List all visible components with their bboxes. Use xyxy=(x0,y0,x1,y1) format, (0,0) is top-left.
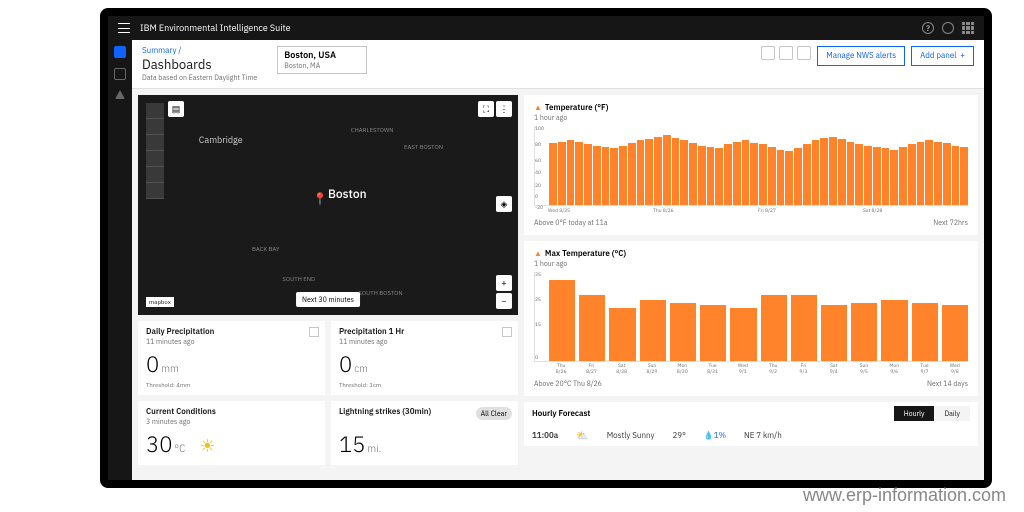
map-menu-icon[interactable]: ⋮ xyxy=(496,101,512,117)
map-expand-icon[interactable]: ⛶ xyxy=(478,101,494,117)
page-subtitle: Data based on Eastern Daylight Time xyxy=(142,73,257,82)
location-city: Boston, USA xyxy=(284,50,360,61)
rail-alert-icon[interactable] xyxy=(115,90,125,99)
breadcrumb[interactable]: Summary / xyxy=(142,46,257,56)
forecast-row: 11:00a ⛅ Mostly Sunny 29° 💧1% NE 7 km/h xyxy=(524,425,978,446)
calendar-icon[interactable] xyxy=(502,327,512,337)
kpi-daily-precip: Daily Precipitation 11 minutes ago 0mm T… xyxy=(138,321,325,395)
info-icon[interactable] xyxy=(797,46,811,60)
hourly-forecast-panel: Hourly Forecast HourlyDaily 11:00a ⛅ Mos… xyxy=(524,402,978,446)
map-label-cambridge: Cambridge xyxy=(199,135,243,146)
top-bar: IBM Environmental Intelligence Suite ? xyxy=(108,16,984,40)
map-tooltip: Next 30 minutes xyxy=(296,292,360,307)
apps-icon[interactable] xyxy=(962,22,974,34)
map-zoom-in-icon[interactable]: + xyxy=(496,275,512,291)
watermark: www.erp-information.com xyxy=(803,485,1006,506)
precip-icon: 💧1% xyxy=(704,431,726,441)
add-panel-button[interactable]: Add panel + xyxy=(911,46,974,66)
app-title: IBM Environmental Intelligence Suite xyxy=(140,23,291,34)
map-compass-icon[interactable]: ◈ xyxy=(496,196,512,212)
help-icon[interactable]: ? xyxy=(922,22,934,34)
map-layers-icon[interactable]: ▤ xyxy=(168,101,184,117)
map-attribution: mapbox xyxy=(146,297,174,307)
mostly-sunny-icon: ⛅ xyxy=(576,429,588,442)
chart-max-temperature: ▲Max Temperature (°C) 1 hour ago 3525150… xyxy=(524,241,978,396)
user-icon[interactable] xyxy=(942,22,954,34)
location-sub: Boston, MA xyxy=(284,61,360,70)
map-panel[interactable]: ▤ ⛶ ⋮ ◈ + − 📍 Boston Cambridge CHARLESTO… xyxy=(138,95,518,315)
hourly-daily-toggle[interactable]: HourlyDaily xyxy=(894,406,970,421)
kpi-lightning: All Clear Lightning strikes (30min) 15mi… xyxy=(331,401,518,465)
refresh-icon[interactable] xyxy=(761,46,775,60)
calendar-icon[interactable] xyxy=(309,327,319,337)
kpi-current-conditions: Current Conditions 3 minutes ago 30°C☀ xyxy=(138,401,325,465)
hourly-title: Hourly Forecast xyxy=(532,409,886,419)
manage-alerts-button[interactable]: Manage NWS alerts xyxy=(817,46,905,66)
location-selector[interactable]: Boston, USA Boston, MA xyxy=(277,46,367,74)
map-zoom-out-icon[interactable]: − xyxy=(496,293,512,309)
status-pill: All Clear xyxy=(476,407,512,420)
page-header: Summary / Dashboards Data based on Easte… xyxy=(132,40,984,89)
kpi-precip-1hr: Precipitation 1 Hr 11 minutes ago 0cm Th… xyxy=(331,321,518,395)
page-title: Dashboards xyxy=(142,56,257,73)
settings-icon[interactable] xyxy=(779,46,793,60)
left-rail xyxy=(108,40,132,480)
map-pin-icon: 📍 xyxy=(313,192,328,207)
map-label-boston: Boston xyxy=(328,187,367,202)
chart-temperature: ▲Temperature (°F) 1 hour ago 10080604020… xyxy=(524,95,978,235)
rail-dashboard-icon[interactable] xyxy=(114,46,126,58)
warning-icon: ▲ xyxy=(534,103,542,113)
warning-icon: ▲ xyxy=(534,249,542,259)
sun-icon: ☀ xyxy=(199,434,215,457)
rail-item-icon[interactable] xyxy=(114,68,126,80)
menu-icon[interactable] xyxy=(118,23,130,33)
map-toolbar[interactable] xyxy=(146,103,164,199)
